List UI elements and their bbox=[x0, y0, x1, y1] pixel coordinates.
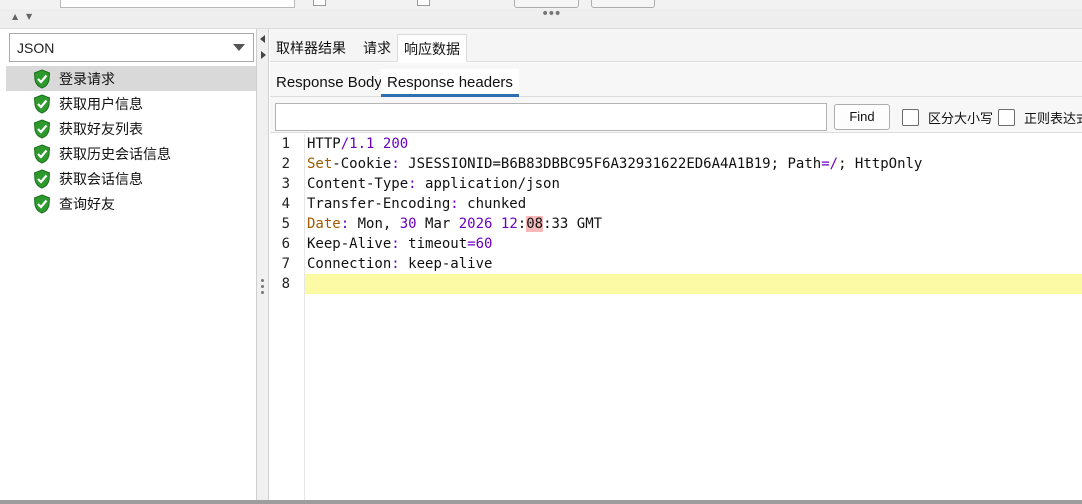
line-number: 4 bbox=[281, 196, 290, 212]
collapse-down-arrow-icon[interactable]: ▼ bbox=[26, 10, 32, 24]
regex-option[interactable]: 正则表达式 bbox=[998, 108, 1082, 127]
case-sensitive-option[interactable]: 区分大小写 bbox=[902, 108, 993, 127]
response-sub-tab-bar: Response Body Response headers bbox=[270, 63, 1082, 97]
tab-sampler-result[interactable]: 取样器结果 bbox=[270, 34, 352, 62]
regex-label: 正则表达式 bbox=[1024, 112, 1082, 127]
results-tree-panel: JSON 登录请求 获取用户信息 获取好友列表 获取历史会话信息 获取会话信息 … bbox=[0, 29, 257, 500]
find-button[interactable]: Find bbox=[834, 104, 890, 130]
tree-item-label: 获取好友列表 bbox=[59, 121, 143, 138]
tab-response-body[interactable]: Response Body bbox=[270, 69, 388, 97]
renderer-dropdown[interactable]: JSON bbox=[9, 33, 254, 62]
tab-response-headers[interactable]: Response headers bbox=[381, 69, 519, 97]
code-lines[interactable]: HTTP/1.1 200 Set-Cookie: JSESSIONID=B6B8… bbox=[305, 134, 1082, 294]
expand-right-arrow-icon[interactable] bbox=[261, 51, 266, 59]
search-input[interactable] bbox=[275, 103, 827, 131]
vertical-splitter[interactable] bbox=[257, 29, 269, 500]
code-line: Keep-Alive: timeout=60 bbox=[307, 236, 493, 252]
tree-item-label: 获取历史会话信息 bbox=[59, 146, 171, 163]
tree-item-sampler[interactable]: 获取会话信息 bbox=[6, 166, 256, 191]
code-line: Content-Type: application/json bbox=[307, 176, 560, 192]
top-button[interactable] bbox=[591, 0, 655, 8]
top-checkbox[interactable] bbox=[313, 0, 326, 6]
tree-item-label: 获取用户信息 bbox=[59, 96, 143, 113]
success-shield-icon bbox=[33, 93, 51, 114]
tab-response-data[interactable]: 响应数据 bbox=[397, 34, 467, 62]
tree-item-label: 查询好友 bbox=[59, 196, 115, 213]
regex-checkbox[interactable] bbox=[998, 109, 1015, 126]
line-number-gutter: 1 2 3 4 5 6 7 8 bbox=[270, 134, 305, 500]
tree-item-sampler[interactable]: 查询好友 bbox=[6, 191, 256, 216]
sampler-result-tree: 登录请求 获取用户信息 获取好友列表 获取历史会话信息 获取会话信息 查询好友 bbox=[6, 66, 256, 216]
code-line-current bbox=[305, 274, 1082, 294]
success-shield-icon bbox=[33, 68, 51, 89]
collapse-left-arrow-icon[interactable] bbox=[260, 35, 265, 43]
bottom-border bbox=[0, 500, 1082, 504]
line-number: 3 bbox=[281, 176, 290, 192]
result-detail-panel: 取样器结果 请求 响应数据 Response Body Response hea… bbox=[270, 29, 1082, 500]
chevron-down-icon bbox=[233, 44, 245, 51]
tree-item-sampler[interactable]: 登录请求 bbox=[6, 66, 256, 91]
tree-item-sampler[interactable]: 获取历史会话信息 bbox=[6, 141, 256, 166]
top-checkbox[interactable] bbox=[417, 0, 430, 6]
code-line: Connection: keep-alive bbox=[307, 256, 493, 272]
line-number: 2 bbox=[281, 156, 290, 172]
code-line: Date: Mon, 30 Mar 2026 12:08:33 GMT bbox=[307, 216, 603, 232]
tree-item-sampler[interactable]: 获取好友列表 bbox=[6, 116, 256, 141]
drag-grip-icon[interactable] bbox=[261, 279, 264, 297]
success-shield-icon bbox=[33, 118, 51, 139]
line-number: 8 bbox=[281, 276, 290, 292]
drag-grip-icon[interactable]: ••• bbox=[541, 7, 562, 21]
search-toolbar: Find 区分大小写 正则表达式 bbox=[270, 97, 1082, 133]
case-sensitive-label: 区分大小写 bbox=[928, 112, 994, 127]
response-headers-editor[interactable]: 1 2 3 4 5 6 7 8 HTTP/1.1 200 Set-Cookie:… bbox=[270, 134, 1082, 500]
top-text-field[interactable] bbox=[60, 0, 295, 8]
code-line: HTTP/1.1 200 bbox=[307, 136, 409, 152]
line-number: 5 bbox=[281, 216, 290, 232]
case-sensitive-checkbox[interactable] bbox=[902, 109, 919, 126]
success-shield-icon bbox=[33, 193, 51, 214]
result-tab-bar: 取样器结果 请求 响应数据 bbox=[270, 29, 1082, 62]
code-line: Transfer-Encoding: chunked bbox=[307, 196, 527, 212]
tree-item-label: 获取会话信息 bbox=[59, 171, 143, 188]
line-number: 1 bbox=[281, 136, 290, 152]
line-number: 7 bbox=[281, 256, 290, 272]
split-divider[interactable]: ▲ ▼ ••• bbox=[0, 7, 1082, 29]
line-number: 6 bbox=[281, 236, 290, 252]
success-shield-icon bbox=[33, 143, 51, 164]
code-line: Set-Cookie: JSESSIONID=B6B83DBBC95F6A329… bbox=[307, 156, 923, 172]
success-shield-icon bbox=[33, 168, 51, 189]
collapse-up-arrow-icon[interactable]: ▲ bbox=[12, 10, 18, 24]
tree-item-sampler[interactable]: 获取用户信息 bbox=[6, 91, 256, 116]
tree-item-label: 登录请求 bbox=[59, 71, 115, 88]
tab-request[interactable]: 请求 bbox=[357, 34, 397, 62]
renderer-dropdown-value: JSON bbox=[17, 39, 55, 56]
